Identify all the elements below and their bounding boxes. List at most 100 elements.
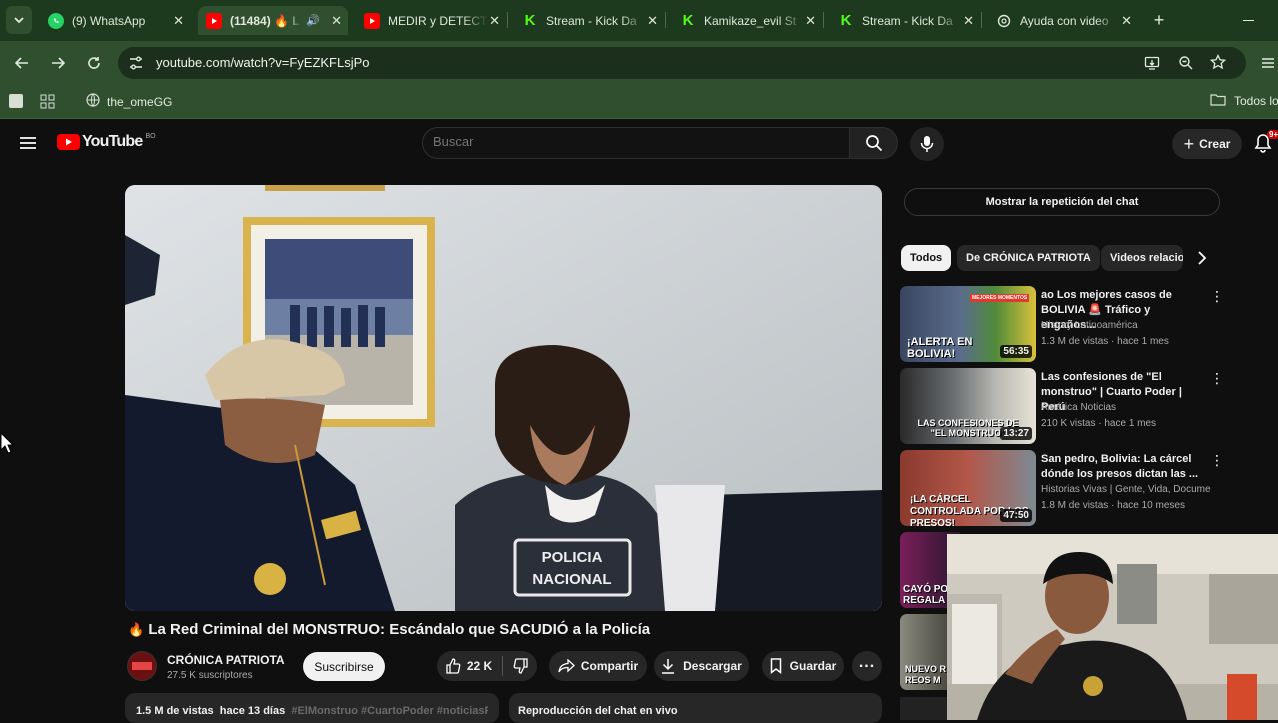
recommended-channel[interactable]: Historias Vivas | Gente, Vida, Documenta…	[1041, 484, 1211, 495]
voice-search-button[interactable]	[910, 127, 944, 161]
show-chat-replay-button[interactable]: Mostrar la repetición del chat	[904, 188, 1220, 216]
chevron-right-icon[interactable]	[1196, 251, 1208, 270]
recommended-video[interactable]: ¡LA CÁRCEL CONTROLADA POR LOS PRESOS! 47…	[900, 450, 1230, 528]
hamburger-menu-icon[interactable]	[19, 136, 37, 155]
zoom-icon[interactable]	[1178, 55, 1194, 76]
recommended-video[interactable]: MEJORES MOMENTOS ¡ALERTA EN BOLIVIA! 56:…	[900, 286, 1230, 364]
country-code: BO	[145, 132, 156, 140]
browser-tab-kick-1[interactable]: K Stream - Kick Da ✕	[514, 6, 664, 35]
youtube-wordmark: YouTube	[82, 133, 143, 150]
apps-grid-icon[interactable]	[40, 94, 55, 114]
more-actions-button[interactable]: ...	[852, 651, 882, 681]
notification-badge: 9+	[1267, 130, 1278, 139]
close-icon[interactable]: ✕	[963, 13, 974, 29]
close-icon[interactable]: ✕	[489, 13, 500, 29]
video-thumbnail[interactable]: ¡LA CÁRCEL CONTROLADA POR LOS PRESOS! 47…	[900, 450, 1036, 526]
close-icon[interactable]: ✕	[331, 13, 342, 29]
browser-tab-whatsapp[interactable]: (9) WhatsApp ✕	[40, 6, 190, 35]
site-settings-icon[interactable]	[128, 55, 144, 76]
tab-separator	[823, 12, 824, 28]
description-meta: 1.5 M de vistas hace 13 días #ElMonstruo…	[136, 705, 488, 717]
plus-icon: +	[1183, 134, 1195, 154]
side-panel-icon[interactable]	[1260, 55, 1276, 76]
close-icon[interactable]: ✕	[647, 13, 658, 29]
chip-channel[interactable]: De CRÓNICA PATRIOTA	[957, 245, 1100, 271]
tab-search-button[interactable]	[6, 6, 32, 34]
video-thumbnail[interactable]: MEJORES MOMENTOS ¡ALERTA EN BOLIVIA! 56:…	[900, 286, 1036, 362]
like-count: 22 K	[466, 659, 493, 673]
close-icon[interactable]: ✕	[805, 13, 816, 29]
new-tab-button[interactable]: +	[1145, 6, 1173, 34]
plus-icon: +	[1153, 9, 1165, 30]
vest-text-bottom: NACIONAL	[532, 571, 611, 588]
forward-button[interactable]	[44, 49, 72, 77]
create-button[interactable]: + Crear	[1172, 129, 1242, 159]
browser-tab-chatgpt[interactable]: Ayuda con video ✕	[988, 6, 1138, 35]
search-input[interactable]	[433, 134, 833, 149]
arrow-right-icon	[52, 57, 65, 69]
browser-tab-kick-2[interactable]: K Kamikaze_evil St ✕	[672, 6, 822, 35]
browser-tab-strip: (9) WhatsApp ✕ (11484) 🔥 L 🔊 ✕ MEDIR y D…	[0, 0, 1278, 41]
browser-tab-medir[interactable]: MEDIR y DETECT ✕	[356, 6, 506, 35]
microphone-icon	[920, 136, 934, 152]
subscribe-button[interactable]: Suscribirse	[303, 652, 385, 681]
all-bookmarks-folder[interactable]: Todos los	[1210, 93, 1278, 109]
live-chat-replay-box[interactable]: Reproducción del chat en vivo	[509, 693, 882, 723]
kick-icon: K	[682, 12, 694, 29]
bookmark-item[interactable]: the_omeGG	[86, 93, 172, 110]
recommended-channel[interactable]: History Latinoamérica	[1041, 320, 1211, 331]
download-button[interactable]: Descargar	[654, 651, 749, 681]
tab-separator	[665, 12, 666, 28]
recommended-title[interactable]: San pedro, Bolivia: La cárcel dónde los …	[1041, 452, 1207, 482]
save-button[interactable]: Guardar	[762, 651, 844, 681]
youtube-logo[interactable]: YouTube BO	[57, 133, 156, 151]
more-vertical-icon[interactable]: ⋮	[1210, 288, 1224, 305]
notifications-button[interactable]: 9+	[1254, 130, 1278, 157]
apps-square-icon[interactable]	[9, 94, 23, 108]
folder-icon	[1210, 93, 1226, 109]
back-button[interactable]	[8, 49, 36, 77]
bookmark-star-icon[interactable]	[1209, 53, 1227, 75]
mouse-cursor-icon	[0, 432, 14, 454]
search-button[interactable]	[849, 127, 898, 159]
dislike-button[interactable]	[503, 658, 529, 674]
channel-name[interactable]: CRÓNICA PATRIOTA	[167, 653, 285, 667]
close-icon[interactable]: ✕	[173, 13, 184, 29]
recommended-video[interactable]: LAS CONFESIONES DE "EL MONSTRUO" 13:27 L…	[900, 368, 1230, 446]
video-player[interactable]: POLICIA NACIONAL	[125, 185, 882, 611]
bookmarks-bar: the_omeGG Todos los	[0, 85, 1278, 119]
address-bar[interactable]: youtube.com/watch?v=FyEZKFLsjPo	[118, 47, 1246, 79]
webcam-overlay	[947, 534, 1278, 720]
share-button[interactable]: Compartir	[549, 651, 647, 681]
video-title: 🔥 La Red Criminal del MONSTRUO: Escándal…	[128, 621, 650, 638]
recommended-meta: 1.3 M de vistas · hace 1 mes	[1041, 336, 1169, 347]
install-app-icon[interactable]	[1144, 55, 1160, 76]
bookmark-label: the_omeGG	[107, 94, 173, 109]
minimize-window-button[interactable]	[1234, 6, 1262, 34]
url-text[interactable]: youtube.com/watch?v=FyEZKFLsjPo	[156, 55, 370, 70]
video-thumbnail[interactable]: LAS CONFESIONES DE "EL MONSTRUO" 13:27	[900, 368, 1036, 444]
create-label: Crear	[1199, 137, 1231, 151]
chip-todos[interactable]: Todos	[901, 245, 952, 271]
browser-tab-youtube-active[interactable]: (11484) 🔥 L 🔊 ✕	[198, 6, 348, 35]
more-vertical-icon[interactable]: ⋮	[1210, 452, 1224, 469]
folder-label: Todos los	[1234, 94, 1278, 108]
tab-separator	[981, 12, 982, 28]
share-icon	[558, 659, 575, 673]
video-duration: 56:35	[1000, 345, 1032, 358]
globe-icon	[86, 93, 100, 110]
thumbs-down-icon	[513, 658, 528, 674]
browser-tab-kick-3[interactable]: K Stream - Kick Da ✕	[830, 6, 980, 35]
recommended-channel[interactable]: América Noticias	[1041, 402, 1211, 413]
like-button[interactable]: 22 K	[445, 656, 504, 676]
speaker-icon[interactable]: 🔊	[306, 14, 320, 27]
more-vertical-icon[interactable]: ⋮	[1210, 370, 1224, 387]
chip-related[interactable]: Videos relacio	[1101, 245, 1183, 271]
hashtags[interactable]: #ElMonstruo #CuartoPoder #noticiasPe	[291, 705, 488, 717]
youtube-play-icon	[57, 134, 80, 150]
chip-label: Videos relacio	[1110, 252, 1183, 264]
tab-label: MEDIR y DETECT	[388, 13, 488, 28]
reload-button[interactable]	[80, 49, 108, 77]
channel-avatar[interactable]	[127, 651, 157, 681]
close-icon[interactable]: ✕	[1121, 13, 1132, 29]
